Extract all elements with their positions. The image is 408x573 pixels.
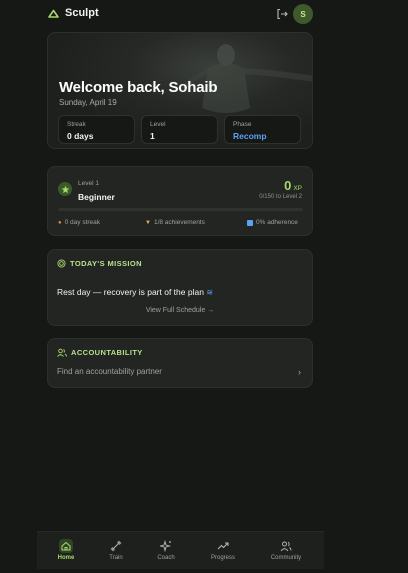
stat-streak[interactable]: Streak 0 days [58,115,135,144]
streak-meta: ● 0 day streak [58,219,100,226]
todays-mission-card: TODAY'S MISSION Rest day — recovery is p… [47,249,313,326]
nav-train[interactable]: Train [91,532,141,570]
star-icon [58,182,72,196]
streak-text: 0 day streak [64,219,101,226]
xp-progress-bar [58,208,303,211]
xp-next-level: 0/150 to Level 2 [259,194,302,200]
xp-value: 0 [284,178,292,193]
level-label: Level 1 [78,180,99,187]
mission-text: Rest day — recovery is part of the plan … [57,287,213,297]
adherence-text: 0% adherence [256,219,298,226]
nav-coach[interactable]: Coach [141,532,191,570]
stat-label: Phase [233,121,252,128]
fire-icon: ● [58,219,62,226]
stat-label: Streak [67,121,86,128]
users-icon [57,348,67,357]
app-title: Sculpt [65,7,99,19]
trending-up-icon [217,542,229,550]
stat-value: 1 [150,131,155,141]
trophy-icon: ▼ [145,219,151,226]
find-partner-link[interactable]: Find an accountability partner [57,367,162,376]
welcome-title: Welcome back, Sohaib [59,79,218,96]
nav-home[interactable]: Home [41,532,91,570]
top-bar: Sculpt S [0,0,408,28]
sparkles-icon [160,540,172,552]
nav-label: Community [270,555,302,561]
nav-progress[interactable]: Progress [198,532,248,570]
stat-level[interactable]: Level 1 [141,115,218,144]
logo-icon [48,9,59,18]
target-icon [57,259,66,268]
mission-title: TODAY'S MISSION [70,259,142,268]
stat-value: Recomp [233,131,267,141]
achievements-meta: ▼ 1/8 achievements [145,219,205,226]
nav-label: Train [109,555,123,561]
stat-value: 0 days [67,131,94,141]
xp-total: 0 XP [284,178,302,193]
logout-icon[interactable] [275,7,289,21]
chevron-right-icon: › [298,367,301,377]
users-icon [280,541,292,552]
adherence-meta: 0% adherence [247,219,298,226]
mission-header: TODAY'S MISSION [57,259,142,268]
level-name: Beginner [78,192,115,202]
view-schedule-link[interactable]: View Full Schedule → [48,307,312,314]
home-icon [59,539,73,553]
xp-unit: XP [293,185,302,192]
nav-label: Progress [210,555,235,561]
today-date: Sunday, April 19 [59,98,117,107]
avatar[interactable]: S [293,4,313,24]
nav-community[interactable]: Community [261,532,311,570]
achievements-text: 1/8 achievements [153,219,205,226]
stat-phase[interactable]: Phase Recomp [224,115,301,144]
level-card[interactable]: Level 1 Beginner 0 XP 0/150 to Level 2 ●… [47,166,313,236]
accountability-header: ACCOUNTABILITY [57,348,143,357]
accountability-title: ACCOUNTABILITY [71,348,143,357]
bottom-nav: Home Train Coach Progress Community [37,531,324,569]
mission-description: Rest day — recovery is part of the plan [57,287,204,297]
chart-icon [247,219,253,226]
stat-label: Level [150,121,166,128]
brand[interactable]: Sculpt [48,7,99,19]
sleep-icon: ≋ [206,288,214,297]
nav-label: Home [57,555,75,561]
accountability-card[interactable]: ACCOUNTABILITY Find an accountability pa… [47,338,313,388]
nav-label: Coach [157,555,175,561]
dumbbell-icon [110,540,122,552]
welcome-hero-card: Welcome back, Sohaib Sunday, April 19 St… [47,32,313,149]
